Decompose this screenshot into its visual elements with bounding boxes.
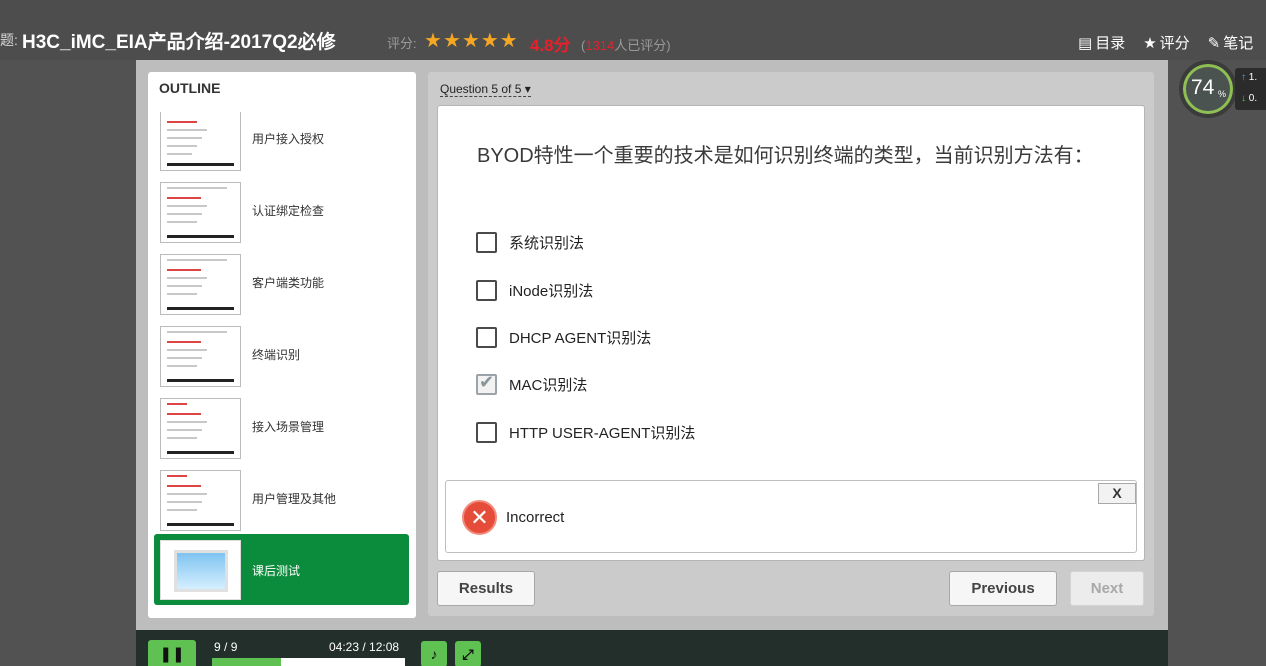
checkbox-checked[interactable]: ✔ xyxy=(476,372,497,395)
time-display: 04:23 / 12:08 xyxy=(329,640,400,654)
choice-option[interactable]: ✔ MAC识别法 xyxy=(476,372,587,395)
star-icon[interactable]: ★ xyxy=(424,30,442,52)
slide-item[interactable]: 用户管理及其他 xyxy=(154,468,409,532)
slide-item-active[interactable]: 课后测试 xyxy=(154,534,409,605)
star-icon: ★ xyxy=(1143,34,1157,52)
pencil-icon: ✎ xyxy=(1207,34,1221,52)
left-margin xyxy=(0,60,136,666)
slide-thumbnail xyxy=(160,326,241,387)
feedback-box: X ✕ Incorrect xyxy=(445,480,1137,553)
checkbox[interactable] xyxy=(476,280,497,301)
feedback-status: Incorrect xyxy=(506,509,565,526)
course-title: H3C_iMC_EIA产品介绍-2017Q2必修 xyxy=(22,32,336,53)
question-counter-dropdown[interactable]: Question 5 of 5 ▾ xyxy=(440,82,531,97)
catalog-button[interactable]: ▤ 目录 xyxy=(1078,32,1125,53)
rating-label: 评分: xyxy=(387,36,417,51)
results-button[interactable]: Results xyxy=(437,571,535,606)
slide-item[interactable]: 接入场景管理 xyxy=(154,396,409,460)
slide-item[interactable]: 用户接入授权 xyxy=(154,112,409,172)
volume-button[interactable]: ♪ xyxy=(421,641,447,666)
speed-percent: 74 xyxy=(1191,76,1215,99)
rating-count: (1314人已评分) xyxy=(581,38,671,53)
upload-rate: ↑ 1. xyxy=(1241,72,1258,83)
star-icon[interactable]: ★ xyxy=(443,30,461,52)
close-feedback-button[interactable]: X xyxy=(1098,483,1136,504)
volume-icon: ♪ xyxy=(430,646,438,662)
slide-item[interactable]: 终端识别 xyxy=(154,324,409,388)
slide-list[interactable]: 用户接入授权 认证绑定检查 客户端类功能 终端识别 接入场景管理 用户管理及其他… xyxy=(148,112,416,618)
arrow-up-icon: ↑ xyxy=(1241,72,1246,83)
checkbox[interactable] xyxy=(476,327,497,348)
rating-stars[interactable]: ★ ★ ★ ★ ★ xyxy=(424,30,518,52)
list-icon: ▤ xyxy=(1078,34,1093,52)
choice-option[interactable]: DHCP AGENT识别法 xyxy=(476,327,651,348)
rating-score: 4.8分 xyxy=(530,36,571,55)
choice-option[interactable]: iNode识别法 xyxy=(476,280,593,301)
star-icon[interactable]: ★ xyxy=(500,30,518,52)
percent-sign: % xyxy=(1218,89,1227,99)
slide-count: 9 / 9 xyxy=(214,640,238,654)
outline-title: OUTLINE xyxy=(159,80,221,96)
choice-option[interactable]: 系统识别法 xyxy=(476,232,584,253)
progress-fill xyxy=(212,658,282,666)
checkbox[interactable] xyxy=(476,232,497,253)
caret-down-icon: ▾ xyxy=(524,82,531,96)
pause-icon: ❚❚ xyxy=(159,646,185,663)
slide-item[interactable]: 客户端类功能 xyxy=(154,252,409,316)
next-button[interactable]: Next xyxy=(1070,571,1144,606)
slide-thumbnail xyxy=(160,112,241,171)
arrow-down-icon: ↓ xyxy=(1241,93,1246,104)
rate-button[interactable]: ★ 评分 xyxy=(1143,32,1189,53)
notes-button[interactable]: ✎ 笔记 xyxy=(1208,32,1254,53)
right-margin xyxy=(1168,60,1266,666)
header-actions: ▤ 目录 ★ 评分 ✎ 笔记 xyxy=(1078,32,1253,53)
progress-bar[interactable] xyxy=(212,658,405,666)
fullscreen-button[interactable]: ⤢ xyxy=(455,641,481,666)
checkbox[interactable] xyxy=(476,422,497,443)
choice-option[interactable]: HTTP USER-AGENT识别法 xyxy=(476,422,695,443)
slide-thumbnail xyxy=(160,182,241,243)
star-icon[interactable]: ★ xyxy=(462,30,480,52)
pause-button[interactable]: ❚❚ xyxy=(148,640,196,666)
question-text: BYOD特性一个重要的技术是如何识别终端的类型，当前识别方法有： xyxy=(477,145,1094,167)
previous-button[interactable]: Previous xyxy=(949,571,1057,606)
expand-icon: ⤢ xyxy=(462,646,474,662)
slide-thumbnail xyxy=(160,470,241,531)
checkmark-icon: ✔ xyxy=(479,372,495,392)
slide-thumbnail xyxy=(160,254,241,315)
slide-thumbnail xyxy=(160,398,241,459)
quiz-thumbnail-icon xyxy=(174,550,228,592)
outline-panel: OUTLINE 用户接入授权 认证绑定检查 客户端类功能 终端识别 接入场景管理… xyxy=(148,72,416,618)
download-rate: ↓ 0. xyxy=(1241,93,1258,104)
slide-thumbnail xyxy=(160,540,241,600)
star-icon[interactable]: ★ xyxy=(481,30,499,52)
title-prefix: 题: xyxy=(0,32,18,48)
slide-item[interactable]: 认证绑定检查 xyxy=(154,180,409,244)
incorrect-icon: ✕ xyxy=(462,500,497,535)
